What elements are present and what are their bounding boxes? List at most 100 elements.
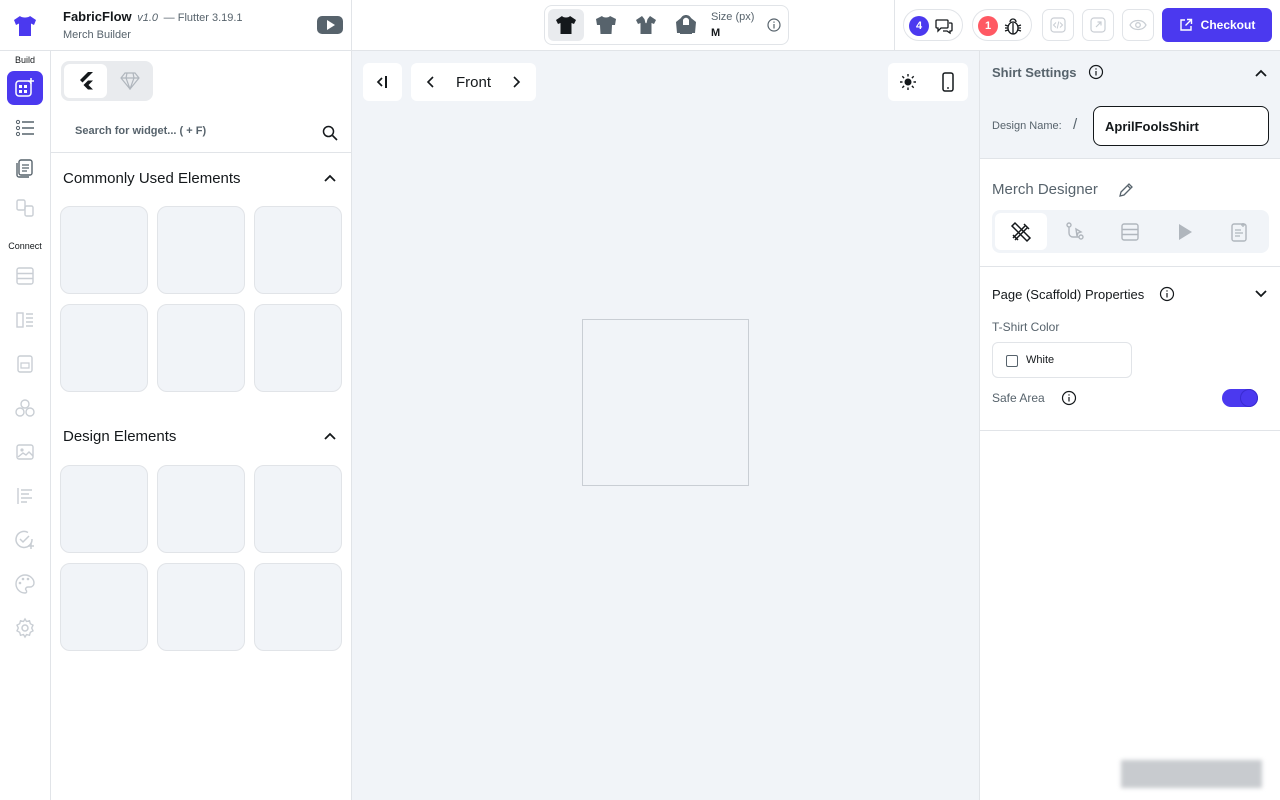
rail-tests[interactable] <box>7 523 43 557</box>
rail-media-assets[interactable] <box>7 435 43 469</box>
top-bar: FabricFlow v1.0 — Flutter 3.19.1 Merch B… <box>0 0 1280 51</box>
hoodie-option-button[interactable] <box>668 9 704 41</box>
page-navigator: Front <box>411 63 536 101</box>
widget-tile[interactable] <box>60 304 148 392</box>
safe-area-toggle[interactable] <box>1222 389 1258 407</box>
flutter-widgets-tab[interactable] <box>64 64 107 98</box>
widget-tile[interactable] <box>157 206 245 294</box>
tools-icon <box>1010 221 1032 242</box>
bug-icon <box>1004 18 1022 35</box>
rail-theme[interactable] <box>7 567 43 601</box>
rail-widget-tree[interactable] <box>7 111 43 145</box>
widget-tile[interactable] <box>157 304 245 392</box>
tshirt-color-label: T-Shirt Color <box>992 320 1060 334</box>
checkout-button[interactable]: Checkout <box>1162 8 1272 42</box>
widget-tile[interactable] <box>254 304 342 392</box>
widget-tile[interactable] <box>60 563 148 651</box>
api-list-icon <box>16 312 33 328</box>
chevron-left-icon[interactable] <box>425 75 437 89</box>
rail-app-values[interactable] <box>7 479 43 513</box>
app-title: FabricFlow v1.0 — Flutter 3.19.1 <box>63 9 243 24</box>
rail-database[interactable] <box>7 259 43 293</box>
rail-integrations[interactable] <box>7 391 43 425</box>
rail-storage[interactable] <box>7 347 43 381</box>
info-icon[interactable] <box>1159 286 1175 302</box>
connect-section-label: Connect <box>8 241 42 251</box>
info-icon[interactable] <box>1088 64 1104 80</box>
longsleeve-option-button[interactable] <box>588 9 624 41</box>
collapse-panel-button[interactable] <box>363 63 402 101</box>
info-icon[interactable] <box>1061 390 1077 406</box>
integrations-icon <box>15 399 35 417</box>
chevron-up-icon[interactable] <box>1253 67 1269 79</box>
color-value: White <box>1026 354 1055 366</box>
rail-settings[interactable] <box>7 611 43 645</box>
widget-tile[interactable] <box>60 465 148 553</box>
note-add-icon <box>1231 222 1247 242</box>
tab-documentation[interactable] <box>1213 213 1265 250</box>
tab-animations[interactable] <box>1158 213 1210 250</box>
chevron-right-icon[interactable] <box>510 75 522 89</box>
properties-panel: Shirt Settings Design Name: / AprilFools… <box>979 51 1280 800</box>
phone-icon[interactable] <box>941 72 955 92</box>
design-canvas: Front <box>352 51 979 800</box>
check-add-icon <box>15 530 34 549</box>
info-icon[interactable] <box>767 18 781 32</box>
size-value[interactable]: M <box>711 27 720 39</box>
shirt-design-area[interactable] <box>582 319 749 486</box>
edit-pencil-icon[interactable] <box>1117 181 1135 199</box>
code-view-button[interactable] <box>1042 9 1074 41</box>
diamond-icon <box>119 72 140 90</box>
chevron-up-icon[interactable] <box>322 430 338 442</box>
tshirt-icon <box>556 16 576 34</box>
app-version: v1.0 <box>137 12 159 24</box>
rail-components[interactable] <box>7 191 43 225</box>
polo-shirt-icon <box>636 16 656 34</box>
tshirt-color-picker[interactable]: White <box>992 342 1132 378</box>
share-button[interactable] <box>1082 9 1114 41</box>
pages-icon <box>16 159 33 178</box>
widget-tile[interactable] <box>157 465 245 553</box>
divider <box>894 0 895 51</box>
flow-icon <box>1066 221 1084 240</box>
chevron-up-icon[interactable] <box>322 172 338 184</box>
polo-option-button[interactable] <box>628 9 664 41</box>
eye-icon <box>1129 19 1147 31</box>
rail-api-calls[interactable] <box>7 303 43 337</box>
bug-count-badge: 1 <box>978 16 998 36</box>
components-icon <box>16 199 34 217</box>
shirt-type-selector: Size (px) M <box>544 5 789 45</box>
bug-report-button[interactable]: 1 <box>972 9 1032 41</box>
comments-count-badge: 4 <box>909 16 929 36</box>
collapse-left-icon <box>376 76 387 88</box>
checkout-label: Checkout <box>1200 18 1256 32</box>
palette-icon <box>15 574 35 594</box>
design-name-input[interactable]: AprilFoolsShirt <box>1093 106 1269 146</box>
tab-backend-query[interactable] <box>1104 213 1156 250</box>
widget-tile[interactable] <box>157 563 245 651</box>
premium-widgets-tab[interactable] <box>109 64 150 98</box>
widget-tile[interactable] <box>254 563 342 651</box>
preview-button[interactable] <box>1122 9 1154 41</box>
rail-add-widget[interactable] <box>7 71 43 105</box>
align-list-icon <box>17 488 32 504</box>
widget-tile[interactable] <box>60 206 148 294</box>
sun-icon[interactable] <box>899 73 917 91</box>
search-icon[interactable] <box>321 124 339 142</box>
widget-panel: Search for widget... ( + F) Commonly Use… <box>51 51 352 800</box>
youtube-icon[interactable] <box>317 16 343 34</box>
search-placeholder: Search for widget... ( + F) <box>75 125 207 137</box>
widget-tile[interactable] <box>254 465 342 553</box>
tab-properties[interactable] <box>995 213 1047 250</box>
app-subtitle: Merch Builder <box>63 29 131 41</box>
tshirt-option-button[interactable] <box>548 9 584 41</box>
safe-area-label: Safe Area <box>992 391 1045 405</box>
blurred-toast <box>1121 760 1262 788</box>
tab-actions[interactable] <box>1049 213 1101 250</box>
comments-button[interactable]: 4 <box>903 9 963 41</box>
chevron-down-icon[interactable] <box>1253 288 1269 300</box>
database-icon <box>1121 222 1139 241</box>
rail-pages[interactable] <box>7 151 43 185</box>
widget-tile[interactable] <box>254 206 342 294</box>
widget-search-bar[interactable]: Search for widget... ( + F) <box>51 113 351 153</box>
